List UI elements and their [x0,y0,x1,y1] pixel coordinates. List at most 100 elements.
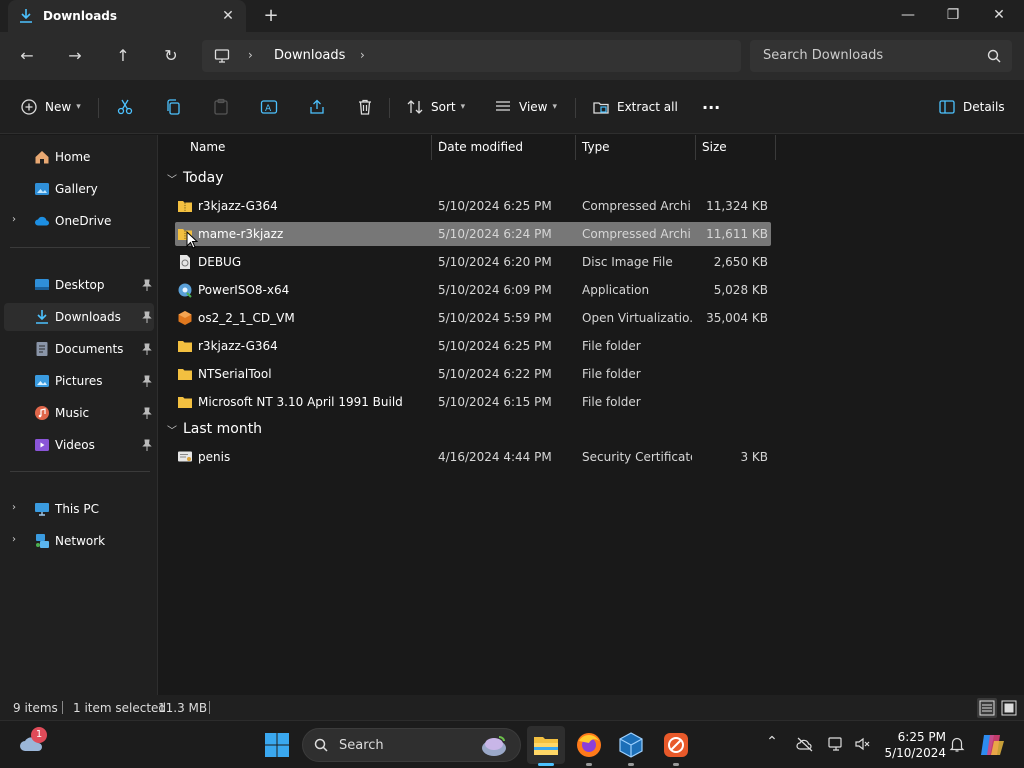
disc-image-icon [180,255,190,269]
app-taskbar-icon[interactable] [662,731,690,759]
sidebar-item-music[interactable]: Music [4,399,154,427]
scissors-icon [117,99,133,115]
column-header-type[interactable]: Type [576,135,696,160]
file-row[interactable]: DEBUG 5/10/2024 6:20 PM Disc Image File … [175,250,771,274]
more-options-button[interactable]: ··· [702,93,720,121]
sidebar-item-gallery[interactable]: Gallery [4,175,154,203]
network-status-icon[interactable] [827,735,845,753]
sort-icon [407,100,423,114]
pin-icon[interactable] [142,375,152,387]
taskbar-search[interactable]: Search [302,728,521,762]
chevron-right-icon[interactable]: › [248,48,253,62]
chevron-down-icon: ﹀ [167,425,177,437]
details-view-icon[interactable] [977,698,997,718]
extract-all-button[interactable]: Extract all [592,93,678,121]
mouse-cursor-icon [186,231,198,249]
up-button[interactable]: ↑ [109,42,137,70]
pin-icon[interactable] [142,407,152,419]
sidebar-item-pictures[interactable]: Pictures [4,367,154,395]
sidebar-item-documents[interactable]: Documents [4,335,154,363]
file-row[interactable]: Microsoft NT 3.10 April 1991 Build 5/10/… [175,390,771,414]
pin-icon[interactable] [142,311,152,323]
notification-badge: 1 [31,727,47,743]
sidebar-item-desktop[interactable]: Desktop [4,271,154,299]
paste-button[interactable] [212,93,230,121]
tiles-view-icon[interactable] [999,698,1019,718]
pin-icon[interactable] [142,343,152,355]
chevron-right-icon[interactable]: › [360,48,365,62]
onedrive-offline-icon[interactable] [796,735,814,753]
copilot-icon[interactable] [978,731,1006,759]
music-icon [35,406,49,420]
videos-icon [35,439,49,451]
file-row[interactable]: r3kjazz-G364 5/10/2024 6:25 PM File fold… [175,334,771,358]
pin-icon[interactable] [142,279,152,291]
search-input[interactable]: Search Downloads [763,48,883,63]
cut-button[interactable] [116,93,134,121]
notification-bell-icon[interactable] [948,735,966,753]
maximize-button[interactable]: ❐ [930,0,976,32]
details-button[interactable]: Details [938,93,1005,121]
svg-text:A: A [265,104,272,114]
new-tab-button[interactable]: + [260,5,282,27]
group-header-last-month[interactable]: ﹀ Last month [167,418,262,440]
close-tab-button[interactable]: ✕ [218,6,238,26]
chevron-right-icon[interactable]: › [12,214,16,225]
divider [62,701,63,714]
breadcrumb-downloads[interactable]: Downloads [274,48,345,63]
sidebar-item-videos[interactable]: Videos [4,431,154,459]
chevron-up-icon[interactable]: ⌃ [763,734,781,752]
pin-icon[interactable] [142,439,152,451]
file-row[interactable]: NTSerialTool 5/10/2024 6:22 PM File fold… [175,362,771,386]
back-button[interactable]: ← [13,42,41,70]
minimize-button[interactable]: — [885,0,931,32]
copy-button[interactable] [164,93,182,121]
downloads-icon [36,310,48,324]
file-row[interactable]: penis 4/16/2024 4:44 PM Security Certifi… [175,445,771,469]
copy-icon [167,99,180,115]
close-window-button[interactable]: ✕ [976,0,1022,32]
file-explorer-taskbar-button[interactable] [527,726,565,764]
column-header-name[interactable]: Name [184,135,432,160]
download-icon [20,9,32,23]
selection-size: 11.3 MB [158,701,208,715]
column-header-date-modified[interactable]: ⌃ Date modified [432,135,576,160]
address-bar[interactable]: › Downloads › [202,40,741,72]
share-button[interactable] [308,93,326,121]
divider [98,98,99,118]
volume-muted-icon[interactable] [853,735,871,753]
forward-button[interactable]: → [61,42,89,70]
system-clock[interactable]: 6:25 PM 5/10/2024 [880,729,946,761]
home-icon [35,151,49,164]
running-app-indicator [586,763,592,766]
sidebar-item-home[interactable]: Home [4,143,154,171]
sidebar-item-onedrive[interactable]: › OneDrive [4,207,154,235]
sort-button[interactable]: Sort ▾ [406,93,465,121]
chevron-right-icon[interactable]: › [12,502,16,513]
paste-icon [214,98,228,115]
folder-icon [178,397,192,408]
search-box[interactable]: Search Downloads [750,40,1012,72]
view-button[interactable]: View ▾ [494,93,557,121]
file-row-selected[interactable]: mame-r3kjazz 5/10/2024 6:24 PM Compresse… [175,222,771,246]
virtualbox-taskbar-icon[interactable] [617,731,645,759]
file-explorer-icon [534,737,558,755]
group-header-today[interactable]: ﹀ Today [167,167,224,189]
file-row[interactable]: PowerISO8-x64 5/10/2024 6:09 PM Applicat… [175,278,771,302]
windows-start-icon[interactable] [263,731,291,759]
new-button[interactable]: New ▾ [20,93,81,121]
tab-downloads[interactable]: Downloads ✕ [8,0,246,32]
refresh-button[interactable]: ↻ [157,42,185,70]
sidebar-item-this-pc[interactable]: › This PC [4,495,154,523]
sidebar-item-downloads[interactable]: Downloads [4,303,154,331]
active-app-indicator [538,763,554,766]
sidebar-item-network[interactable]: › Network [4,527,154,555]
chevron-right-icon[interactable]: › [12,534,16,545]
file-row[interactable]: r3kjazz-G364 5/10/2024 6:25 PM Compresse… [175,194,771,218]
delete-button[interactable] [356,93,374,121]
rename-button[interactable]: A [260,93,278,121]
firefox-icon[interactable] [575,731,603,759]
file-row[interactable]: os2_2_1_CD_VM 5/10/2024 5:59 PM Open Vir… [175,306,771,330]
trash-icon [359,99,371,115]
column-header-size[interactable]: Size [696,135,776,160]
